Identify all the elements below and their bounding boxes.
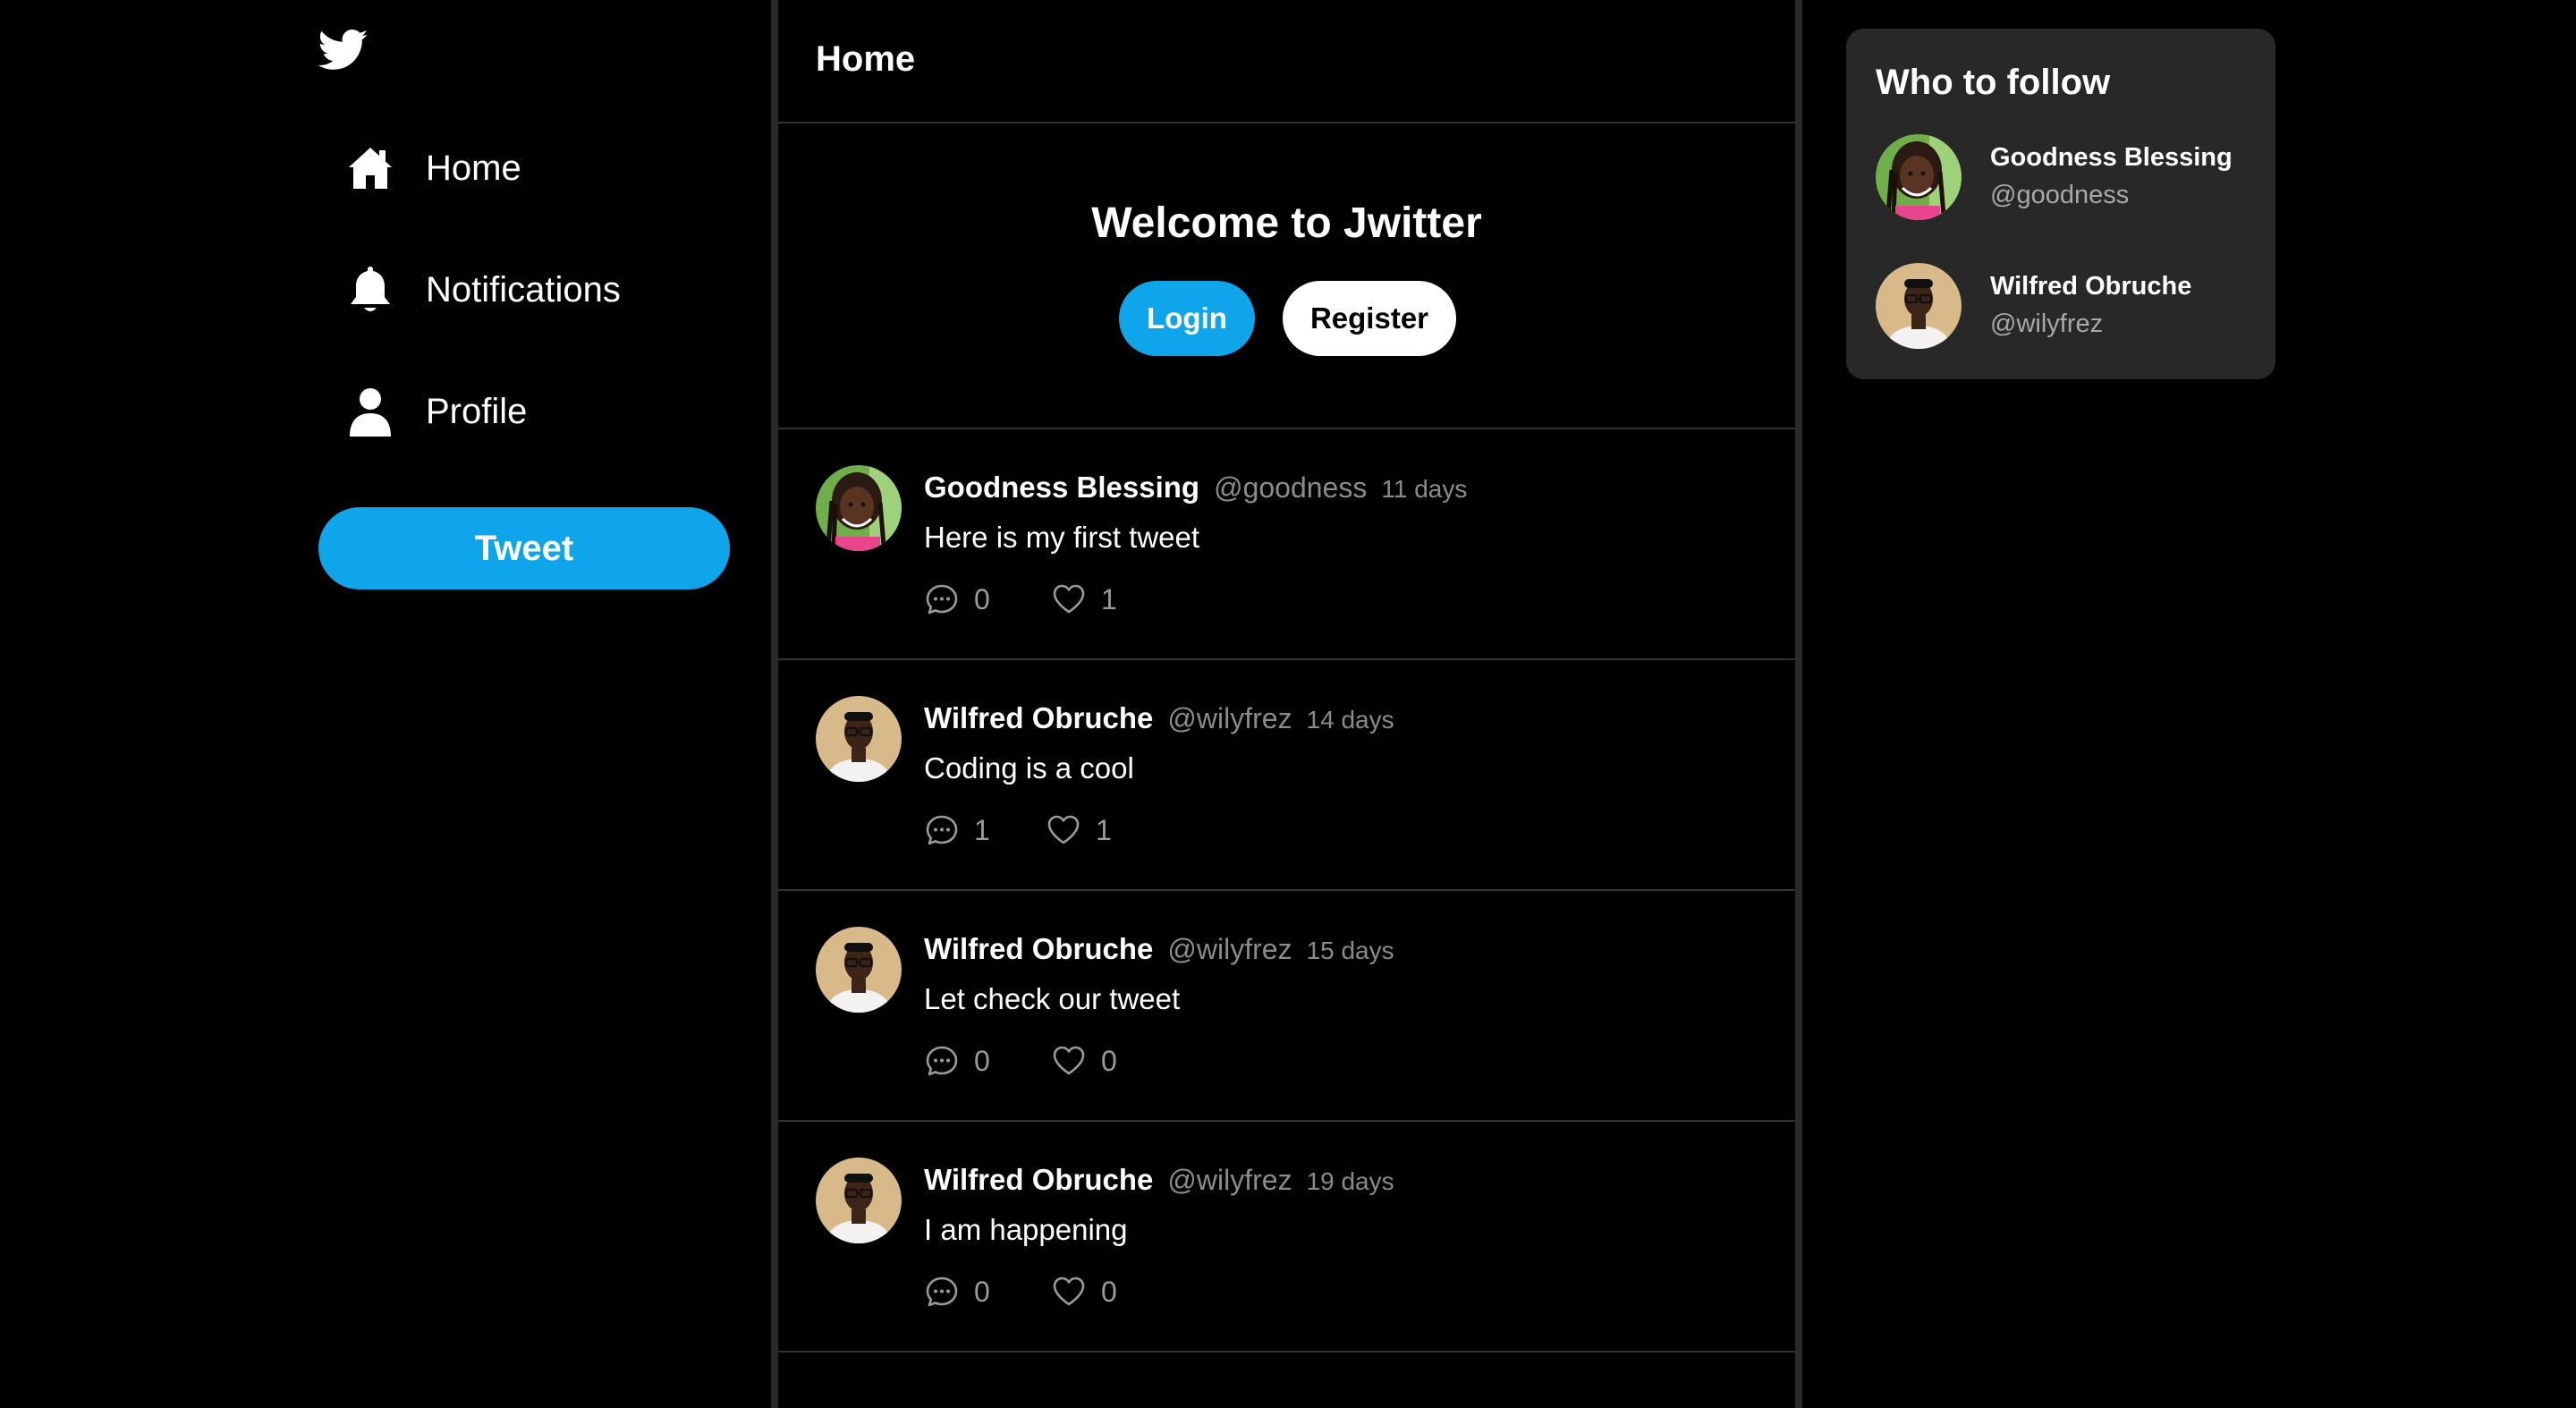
left-sidebar: Home Notifications Profile Tweet <box>0 0 773 1408</box>
tweet-button[interactable]: Tweet <box>318 507 730 589</box>
heart-icon <box>1051 581 1087 617</box>
author-name[interactable]: Wilfred Obruche <box>924 1163 1153 1197</box>
author-handle[interactable]: @wilyfrez <box>1167 1164 1292 1197</box>
follow-suggestion[interactable]: Wilfred Obruche @wilyfrez <box>1876 263 2251 352</box>
home-icon <box>345 141 395 195</box>
login-button[interactable]: Login <box>1119 281 1255 356</box>
tweet-text: Here is my first tweet <box>924 521 1200 554</box>
heart-icon <box>1046 812 1081 848</box>
tweet-time: 19 days <box>1306 1167 1394 1195</box>
tweet-item[interactable]: Wilfred Obruche @wilyfrez 14 days Coding… <box>778 660 1795 891</box>
sidebar-item-label: Profile <box>426 391 528 431</box>
author-name[interactable]: Goodness Blessing <box>924 471 1199 505</box>
reply-count: 0 <box>974 582 990 615</box>
feed-header: Home <box>778 0 1795 123</box>
author-handle[interactable]: @wilyfrez <box>1167 702 1292 735</box>
card-title: Who to follow <box>1876 63 2111 102</box>
tweet-time: 11 days <box>1381 475 1468 503</box>
comment-icon <box>924 812 960 848</box>
tweet-time: 15 days <box>1306 937 1394 964</box>
like-button[interactable]: 1 <box>1051 581 1117 617</box>
author-handle[interactable]: @wilyfrez <box>1167 933 1292 966</box>
tweet-text: Let check our tweet <box>924 982 1181 1015</box>
tweet-header: Wilfred Obruche @wilyfrez 15 days <box>924 932 1394 966</box>
avatar[interactable] <box>1876 263 1962 349</box>
reply-count: 0 <box>974 1044 990 1077</box>
follow-name[interactable]: Wilfred Obruche <box>1990 272 2191 301</box>
tweet-header: Wilfred Obruche @wilyfrez 19 days <box>924 1163 1394 1197</box>
comment-icon <box>924 1043 960 1079</box>
reply-button[interactable]: 1 <box>924 812 990 848</box>
author-name[interactable]: Wilfred Obruche <box>924 932 1153 966</box>
column-divider <box>771 0 778 1408</box>
avatar[interactable] <box>816 1158 902 1243</box>
like-button[interactable]: 1 <box>1046 812 1112 848</box>
author-name[interactable]: Wilfred Obruche <box>924 701 1153 735</box>
follow-handle: @wilyfrez <box>1990 310 2104 338</box>
page-title: Home <box>816 39 916 79</box>
heart-icon <box>1051 1274 1087 1310</box>
tweet-item[interactable]: Goodness Blessing @goodness 11 days Here… <box>778 429 1795 660</box>
avatar[interactable] <box>816 465 902 551</box>
tweet-item[interactable]: Wilfred Obruche @wilyfrez 19 days I am h… <box>778 1122 1795 1353</box>
author-handle[interactable]: @goodness <box>1214 471 1367 505</box>
tweet-time: 14 days <box>1306 706 1394 734</box>
who-to-follow-card: Who to follow Goodness Blessing @goodnes… <box>1846 29 2275 379</box>
tweet-text: Coding is a cool <box>924 751 1134 785</box>
like-button[interactable]: 0 <box>1051 1043 1117 1079</box>
avatar[interactable] <box>1876 134 1962 220</box>
reply-count: 1 <box>974 813 990 846</box>
follow-name[interactable]: Goodness Blessing <box>1990 143 2233 173</box>
register-button[interactable]: Register <box>1283 281 1456 356</box>
twitter-bird-icon[interactable] <box>318 29 369 73</box>
like-count: 1 <box>1096 813 1112 846</box>
like-count: 0 <box>1101 1275 1117 1308</box>
heart-icon <box>1051 1043 1087 1079</box>
reply-button[interactable]: 0 <box>924 581 990 617</box>
user-icon <box>345 385 395 438</box>
sidebar-item-label: Notifications <box>426 269 621 310</box>
avatar[interactable] <box>816 927 902 1013</box>
follow-suggestion[interactable]: Goodness Blessing @goodness <box>1876 134 2251 224</box>
reply-button[interactable]: 0 <box>924 1043 990 1079</box>
reply-button[interactable]: 0 <box>924 1274 990 1310</box>
bell-icon <box>345 263 395 317</box>
sidebar-item-label: Home <box>426 148 521 188</box>
welcome-banner: Welcome to Jwitter Login Register <box>778 123 1795 429</box>
tweet-item[interactable]: Wilfred Obruche @wilyfrez 15 days Let ch… <box>778 891 1795 1122</box>
like-button[interactable]: 0 <box>1051 1274 1117 1310</box>
main-feed: Home Welcome to Jwitter Login Register G… <box>778 0 1795 1408</box>
sidebar-item-notifications[interactable]: Notifications <box>345 254 739 326</box>
comment-icon <box>924 581 960 617</box>
column-divider <box>1795 0 1802 1408</box>
like-count: 0 <box>1101 1044 1117 1077</box>
tweet-header: Goodness Blessing @goodness 11 days <box>924 471 1467 505</box>
welcome-title: Welcome to Jwitter <box>1091 199 1482 247</box>
reply-count: 0 <box>974 1275 990 1308</box>
sidebar-item-home[interactable]: Home <box>345 132 739 204</box>
sidebar-item-profile[interactable]: Profile <box>345 376 739 447</box>
tweet-header: Wilfred Obruche @wilyfrez 14 days <box>924 701 1394 735</box>
avatar[interactable] <box>816 696 902 782</box>
tweet-text: I am happening <box>924 1213 1128 1246</box>
follow-handle: @goodness <box>1990 181 2130 209</box>
like-count: 1 <box>1101 582 1117 615</box>
comment-icon <box>924 1274 960 1310</box>
